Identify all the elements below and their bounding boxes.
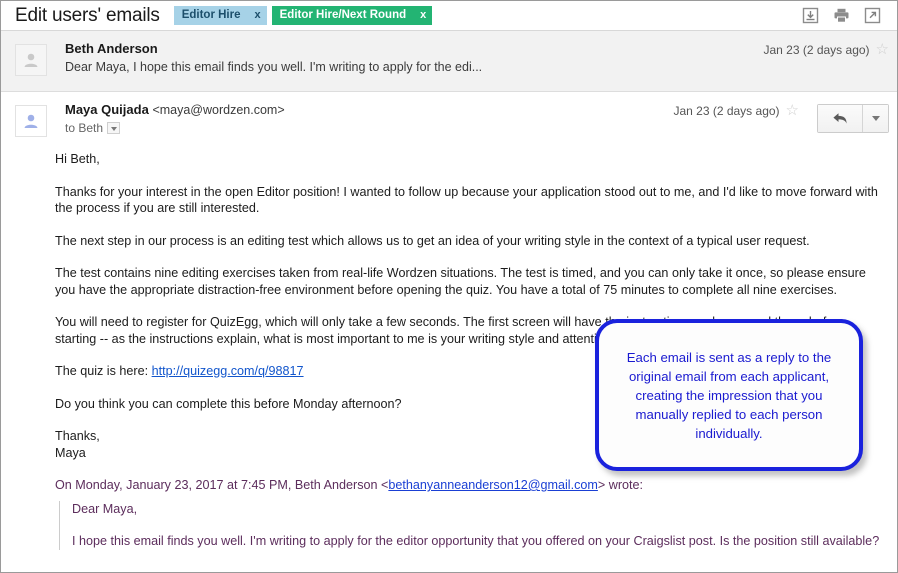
star-icon[interactable]: ☆ (786, 103, 799, 118)
recipient-label: to Beth (65, 121, 104, 135)
avatar (15, 44, 47, 76)
message-date: Jan 23 (2 days ago) (763, 43, 870, 57)
star-icon[interactable]: ☆ (876, 42, 889, 57)
body-paragraph-3: The test contains nine editing exercises… (55, 266, 866, 297)
collapsed-message-meta: Jan 23 (2 days ago) ☆ (763, 41, 889, 81)
tag-label: Editor Hire (181, 9, 241, 21)
quote-sender-email-link[interactable]: bethanyanneanderson12@gmail.com (388, 478, 598, 492)
top-bar: Edit users' emails Editor Hire x Editor … (1, 1, 897, 30)
body-paragraph-2: The next step in our process is an editi… (55, 233, 810, 248)
quoted-message: Dear Maya, I hope this email finds you w… (59, 500, 883, 550)
recipient-line: to Beth (65, 121, 673, 135)
tag-remove-icon[interactable]: x (255, 6, 261, 25)
quiz-link-label: The quiz is here: (55, 364, 152, 378)
sender-email: <maya@wordzen.com> (152, 103, 285, 117)
body-paragraph-1: Thanks for your interest in the open Edi… (55, 184, 878, 216)
message-snippet: Dear Maya, I hope this email finds you w… (65, 60, 483, 74)
quote-header: On Monday, January 23, 2017 at 7:45 PM, … (55, 477, 883, 494)
avatar (15, 105, 47, 137)
reply-icon (832, 113, 847, 124)
quoted-line-2: I hope this email finds you well. I'm wr… (72, 534, 880, 548)
sender-name: Beth Anderson (65, 41, 158, 56)
person-icon (24, 53, 38, 67)
chevron-down-icon[interactable] (107, 122, 121, 134)
print-icon[interactable] (833, 7, 850, 24)
more-options-button[interactable] (862, 105, 888, 132)
annotation-callout: Each email is sent as a reply to the ori… (595, 319, 863, 471)
body-greeting: Hi Beth, (55, 152, 100, 166)
open-message-header: Maya Quijada <maya@wordzen.com> to Beth … (1, 92, 897, 137)
tag-remove-icon[interactable]: x (420, 6, 426, 25)
tag-label: Editor Hire/Next Round (279, 9, 407, 21)
reply-button-group (817, 104, 889, 133)
person-icon (24, 114, 38, 128)
open-in-new-window-icon[interactable] (864, 7, 881, 24)
email-client-window: Edit users' emails Editor Hire x Editor … (0, 0, 898, 573)
sender-display-name: Maya Quijada (65, 102, 149, 117)
tag-editor-hire[interactable]: Editor Hire x (173, 6, 267, 25)
open-message-meta: Jan 23 (2 days ago) ☆ (673, 102, 889, 137)
quiz-link[interactable]: http://quizegg.com/q/98817 (152, 364, 304, 378)
quoted-line-1: Dear Maya, (72, 501, 138, 516)
download-icon[interactable] (802, 7, 819, 24)
reply-button[interactable] (818, 105, 862, 132)
page-title: Edit users' emails (15, 4, 160, 26)
collapsed-message-content: Beth Anderson Dear Maya, I hope this ema… (47, 41, 763, 81)
open-message-sender-block: Maya Quijada <maya@wordzen.com> to Beth (47, 102, 673, 137)
collapsed-message[interactable]: Beth Anderson Dear Maya, I hope this ema… (1, 31, 897, 92)
top-bar-actions (802, 7, 889, 24)
message-date: Jan 23 (2 days ago) (673, 104, 780, 118)
sender-name: Maya Quijada <maya@wordzen.com> (65, 102, 673, 117)
quote-header-prefix: On Monday, January 23, 2017 at 7:45 PM, … (55, 478, 389, 492)
annotation-callout-text: Each email is sent as a reply to the ori… (626, 349, 832, 441)
quote-header-suffix: > wrote: (597, 478, 644, 492)
tag-editor-hire-next-round[interactable]: Editor Hire/Next Round x (271, 6, 433, 25)
